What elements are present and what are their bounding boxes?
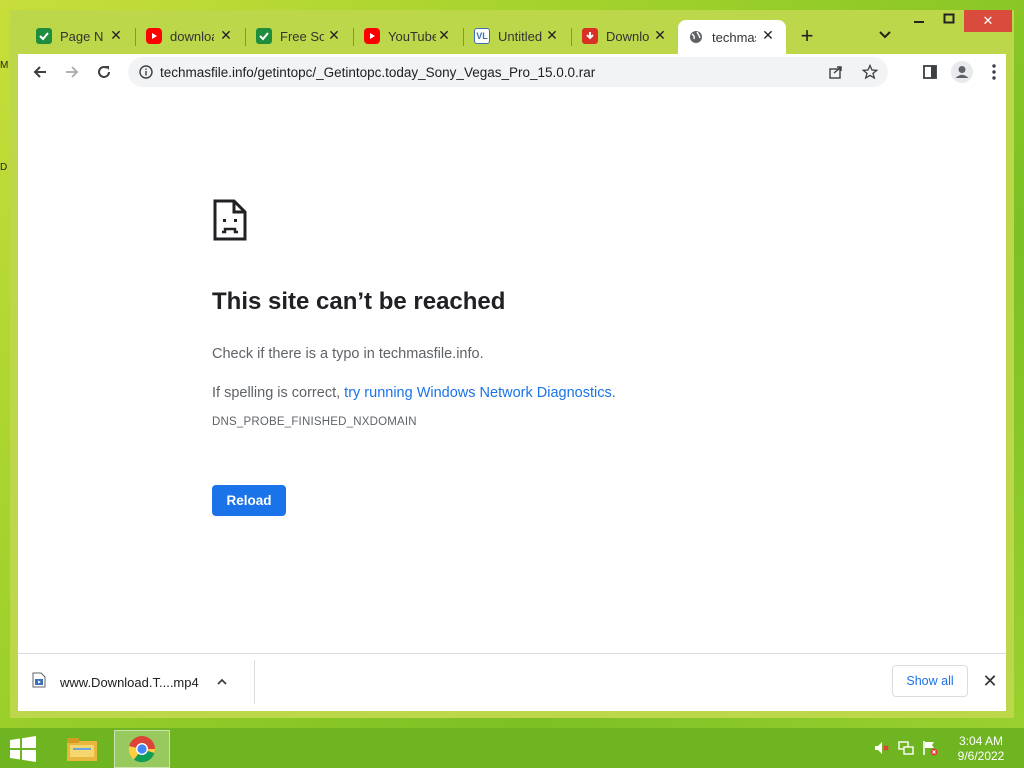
tab-title: Free Software [280, 28, 324, 44]
action-center-flag-icon[interactable] [922, 740, 938, 756]
clock-date: 9/6/2022 [957, 749, 1005, 763]
clock-time: 3:04 AM [958, 734, 1004, 748]
system-clock[interactable]: 3:04 AM 9/6/2022 [948, 734, 1014, 764]
error-code: DNS_PROBE_FINISHED_NXDOMAIN [212, 416, 417, 428]
tab-page-not-found[interactable]: Page Not Found ✕ [26, 20, 134, 52]
diagnostics-suffix: . [611, 385, 616, 401]
tab-title: YouTube [388, 28, 436, 44]
red-download-icon [582, 28, 598, 44]
close-icon[interactable]: ✕ [326, 27, 342, 43]
url-text: techmasfile.info/getintopc/_Getintopc.to… [160, 64, 596, 80]
more-menu-icon[interactable] [982, 60, 1006, 84]
close-icon[interactable]: ✕ [218, 27, 234, 43]
taskbar: 3:04 AM 9/6/2022 [0, 728, 1024, 768]
reload-button[interactable]: Reload [212, 485, 286, 516]
error-title: This site can’t be reached [212, 288, 506, 315]
file-explorer-icon[interactable] [54, 730, 110, 768]
info-icon[interactable] [138, 64, 154, 80]
download-item[interactable]: www.Download.T....mp4 [32, 668, 252, 696]
typo-hint: Check if there is a typo in techmasfile.… [212, 346, 484, 362]
new-tab-button[interactable]: + [796, 25, 818, 48]
windows-start-icon[interactable] [8, 736, 38, 762]
maximize-button[interactable] [934, 10, 964, 32]
minimize-button[interactable] [904, 10, 934, 32]
tab-strip: Page Not Found ✕ download ✕ Free Softwar… [10, 10, 1014, 54]
tab-youtube[interactable]: YouTube ✕ [354, 20, 462, 52]
close-icon[interactable]: ✕ [652, 27, 668, 43]
page-content: This site can’t be reached Check if ther… [18, 90, 1006, 653]
youtube-icon [146, 28, 162, 44]
close-icon[interactable]: ✕ [108, 27, 124, 43]
network-icon[interactable] [898, 740, 914, 756]
tab-title: Download [606, 28, 650, 44]
desktop-icon-label-fragment: D [0, 162, 8, 173]
tab-download[interactable]: download ✕ [136, 20, 244, 52]
tab-search-chevron-icon[interactable] [878, 28, 894, 44]
desktop-icon-label-fragment: M [0, 60, 9, 71]
media-file-icon [32, 672, 46, 693]
chevron-up-icon[interactable] [215, 675, 229, 689]
diagnostics-hint: If spelling is correct, try running Wind… [212, 385, 616, 401]
close-icon[interactable]: ✕ [760, 27, 776, 43]
browser-window: Page Not Found ✕ download ✕ Free Softwar… [10, 10, 1014, 718]
sad-page-icon [212, 198, 248, 247]
download-file-name: www.Download.T....mp4 [60, 674, 199, 690]
tab-title: techmasfile [712, 29, 756, 45]
profile-avatar[interactable] [950, 60, 974, 84]
back-button[interactable] [28, 60, 52, 84]
close-icon[interactable]: ✕ [436, 27, 452, 43]
youtube-icon [364, 28, 380, 44]
tab-download-2[interactable]: Download ✕ [572, 20, 678, 52]
close-download-bar-icon[interactable]: ✕ [980, 671, 1000, 691]
tab-title: Page Not Found [60, 28, 104, 44]
globe-icon [688, 29, 704, 45]
window-close-button[interactable]: ✕ [964, 10, 1012, 32]
reload-icon[interactable] [92, 60, 116, 84]
tab-title: Untitled [498, 28, 542, 44]
network-diagnostics-link[interactable]: try running Windows Network Diagnostics [344, 385, 612, 401]
side-panel-icon[interactable] [918, 60, 942, 84]
download-bar: www.Download.T....mp4 Show all ✕ [18, 653, 1006, 711]
tab-title: download [170, 28, 214, 44]
green-check-icon [256, 28, 272, 44]
tab-free-software[interactable]: Free Software ✕ [246, 20, 352, 52]
share-icon[interactable] [828, 64, 844, 80]
browser-toolbar: techmasfile.info/getintopc/_Getintopc.to… [18, 54, 1006, 90]
tab-untitled[interactable]: VL Untitled ✕ [464, 20, 570, 52]
chrome-taskbar-icon[interactable] [114, 730, 170, 768]
diagnostics-prefix: If spelling is correct, [212, 385, 345, 401]
vl-icon: VL [474, 28, 490, 44]
volume-muted-icon[interactable] [874, 740, 890, 756]
green-check-icon [36, 28, 52, 44]
close-icon[interactable]: ✕ [544, 27, 560, 43]
bookmark-star-icon[interactable] [862, 64, 878, 80]
tab-techmasfile[interactable]: techmasfile ✕ [678, 20, 786, 54]
address-bar[interactable]: techmasfile.info/getintopc/_Getintopc.to… [128, 57, 888, 87]
forward-button[interactable] [60, 60, 84, 84]
show-all-button[interactable]: Show all [892, 665, 968, 697]
